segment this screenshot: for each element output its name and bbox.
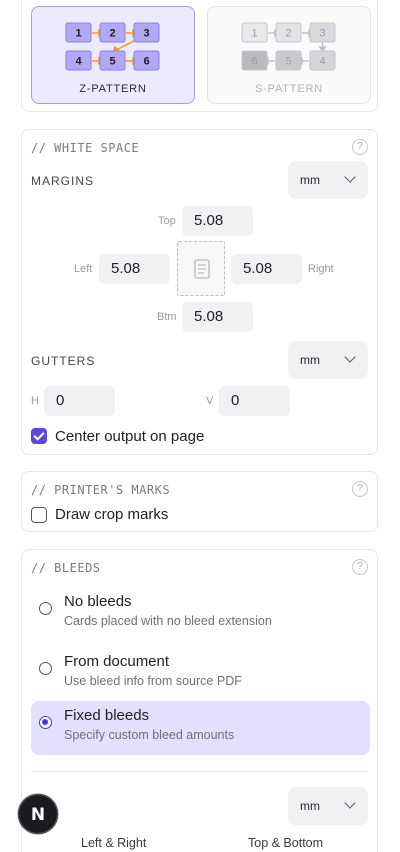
z-cell-5: 5 [109,56,115,68]
bleed-from-document-title: From document [64,653,170,670]
margin-left-label: Left [74,263,93,275]
bleeds-card: // BLEEDS ? No bleeds Cards placed with … [21,549,378,852]
bleed-option-none[interactable]: No bleeds Cards placed with no bleed ext… [31,587,370,641]
bleeds-help-icon[interactable]: ? [352,559,368,575]
printers-marks-help-icon[interactable]: ? [352,481,368,497]
white-space-card: // WHITE SPACE ? MARGINS mm Top 5.08 Lef… [21,129,378,455]
z-cell-6: 6 [143,56,149,68]
bleed-none-desc: Cards placed with no bleed extension [64,614,272,628]
printers-marks-card: // PRINTER'S MARKS ? Draw crop marks [21,471,378,532]
z-cell-2: 2 [109,28,115,40]
bleeds-divider [31,771,368,772]
center-output-checkbox[interactable] [31,428,47,444]
bleeds-title: // BLEEDS [31,561,101,575]
z-cell-3: 3 [143,28,149,40]
bleed-fixed-desc: Specify custom bleed amounts [64,728,235,742]
margin-bottom-label: Btm [157,311,177,323]
bleed-option-fixed[interactable]: Fixed bleeds Specify custom bleed amount… [31,701,370,755]
s-cell-5: 5 [285,56,291,68]
bleed-option-from-document[interactable]: From document Use bleed info from source… [31,647,370,701]
margin-left-input[interactable]: 5.08 [99,254,170,284]
bleed-from-document-desc: Use bleed info from source PDF [64,674,242,688]
white-space-title: // WHITE SPACE [31,141,140,155]
gutter-h-input[interactable]: 0 [44,386,115,416]
z-pattern-diagram-icon: 1 2 3 4 5 6 [65,22,160,71]
margins-unit-select[interactable]: mm [288,161,368,199]
bleeds-unit-value: mm [300,799,320,813]
layout-pattern-card: 1 2 3 4 5 6 Z-PATTERN 1 2 3 6 5 4 S-PATT… [21,0,378,112]
chevron-down-icon [344,797,356,809]
bleed-top-bottom-label: Top & Bottom [248,836,324,850]
s-cell-2: 2 [285,28,291,40]
z-pattern-button[interactable]: 1 2 3 4 5 6 Z-PATTERN [31,6,195,104]
crop-marks-label[interactable]: Draw crop marks [55,506,168,523]
bleed-fixed-radio[interactable] [39,716,52,729]
s-cell-4: 4 [319,56,325,68]
margin-top-input[interactable]: 5.08 [182,206,253,236]
bleed-none-radio[interactable] [39,602,52,615]
bleed-left-right-label: Left & Right [81,836,147,850]
s-cell-1: 1 [251,28,257,40]
crop-marks-checkbox[interactable] [31,507,47,523]
page-preview [177,241,225,296]
n-logo-letter: N [31,805,45,825]
margin-top-label: Top [158,215,176,227]
s-cell-6: 6 [251,56,257,68]
printers-marks-title: // PRINTER'S MARKS [31,483,171,497]
margins-unit-value: mm [300,173,320,187]
margins-label: MARGINS [31,174,95,188]
z-cell-4: 4 [75,56,82,68]
chevron-down-icon [344,171,356,183]
n-logo-icon: N [31,805,45,825]
gutters-unit-value: mm [300,353,320,367]
z-cell-1: 1 [75,28,81,40]
s-pattern-diagram-icon: 1 2 3 6 5 4 [241,22,336,71]
s-pattern-button[interactable]: 1 2 3 6 5 4 S-PATTERN [207,6,371,104]
n-logo-button[interactable]: N [19,795,57,833]
white-space-help-icon[interactable]: ? [352,139,368,155]
bleed-none-title: No bleeds [64,593,132,610]
margin-bottom-input[interactable]: 5.08 [182,302,253,332]
margin-right-label: Right [308,263,334,275]
gutters-label: GUTTERS [31,354,96,368]
gutter-v-input[interactable]: 0 [219,386,290,416]
s-pattern-label: S-PATTERN [255,83,323,95]
margin-right-input[interactable]: 5.08 [231,254,302,284]
s-cell-3: 3 [319,28,325,40]
chevron-down-icon [344,351,356,363]
z-pattern-label: Z-PATTERN [79,83,147,95]
center-output-label[interactable]: Center output on page [55,428,204,445]
gutter-v-label: V [206,395,214,407]
bleed-from-document-radio[interactable] [39,662,52,675]
gutter-h-label: H [31,395,39,407]
gutters-unit-select[interactable]: mm [288,341,368,379]
bleeds-unit-select[interactable]: mm [288,787,368,825]
document-icon [194,259,210,279]
bleed-fixed-title: Fixed bleeds [64,707,150,724]
